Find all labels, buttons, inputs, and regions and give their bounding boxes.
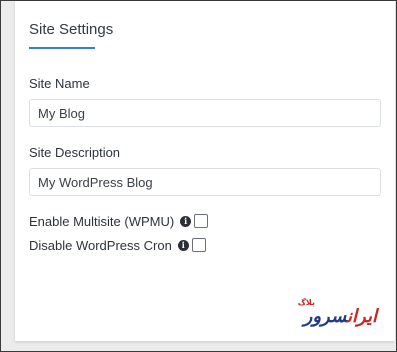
info-icon[interactable]: i (180, 215, 192, 227)
multisite-checkbox[interactable] (194, 214, 209, 228)
watermark-logo: بلاگ ایرانسرور (298, 299, 377, 327)
site-settings-panel: Site Settings Site Name Site Description… (15, 1, 395, 341)
site-name-input[interactable] (29, 99, 381, 127)
window-frame: Site Settings Site Name Site Description… (0, 0, 397, 352)
cron-option: Disable WordPress Cron i (29, 237, 206, 253)
site-name-label: Site Name (29, 76, 90, 91)
cron-checkbox[interactable] (191, 238, 206, 252)
site-description-input[interactable] (29, 168, 381, 196)
info-icon[interactable]: i (177, 239, 189, 251)
watermark-main-text: ایرانسرور (298, 307, 377, 327)
watermark-main-part1: ایران (347, 306, 377, 327)
site-description-label: Site Description (29, 145, 121, 160)
title-underline (29, 47, 95, 49)
panel-title: Site Settings (29, 21, 114, 38)
multisite-label: Enable Multisite (WPMU) (29, 213, 175, 229)
watermark-main-part2: سرور (303, 306, 348, 327)
cron-label: Disable WordPress Cron (29, 237, 172, 253)
multisite-option: Enable Multisite (WPMU) i (29, 213, 209, 229)
